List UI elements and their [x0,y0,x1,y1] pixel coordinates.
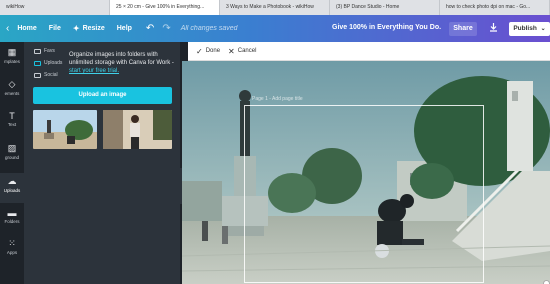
browser-tab-active[interactable]: 25 × 20 cm - Give 100% in Everything... [110,0,220,15]
rail-item-label: Text [7,122,17,127]
resize-handle[interactable] [543,280,550,284]
publish-button[interactable]: Publish ⌄ [509,22,550,36]
templates-icon: ▦ [7,47,17,57]
crop-photo[interactable]: Page 1 - Add page title [182,61,550,284]
folder-label: Favs [44,48,55,54]
uploaded-image-thumbnail[interactable] [103,110,172,149]
background-icon: ▨ [7,143,17,153]
rail-item-label: Folders [4,219,20,224]
undo-icon[interactable]: ↶ [146,23,154,34]
check-icon: ✓ [196,46,203,56]
crop-frame[interactable] [244,105,484,283]
save-status: All changes saved [180,25,238,32]
folder-label: Social [44,72,58,78]
elements-icon: ◇ [8,79,16,89]
free-trial-link[interactable]: start your free trial. [69,68,119,74]
rail-item-label: mplates [4,59,20,64]
rail-item-label: ground [4,155,19,160]
side-rail: ▦ mplates ◇ ements T Text ▨ ground ☁ Upl… [0,42,24,284]
folder-social[interactable]: Social [34,72,58,78]
folder-label: Uploads [44,60,63,66]
file-menu-button[interactable]: File [49,25,61,32]
document-title[interactable]: Give 100% in Everything You Do. [332,24,441,31]
text-icon: T [9,111,15,121]
rail-item-uploads[interactable]: ☁ Uploads [0,173,24,203]
rail-item-label: Uploads [3,188,21,193]
share-button[interactable]: Share [449,22,477,36]
rail-item-background[interactable]: ▨ ground [0,143,24,160]
back-chevron-icon[interactable]: ‹ [6,23,9,34]
folder-icon [34,48,41,54]
rail-item-apps[interactable]: ⁙ Apps [0,238,24,255]
rail-item-label: Apps [6,250,18,255]
browser-tab[interactable]: wikiHow [0,0,110,15]
uploads-icon: ☁ [7,176,17,186]
promo-text: Organize images into folders with unlimi… [69,52,174,66]
editor-stage: ✓ Done ✕ Cancel Page 1 - Add page title [182,42,550,284]
uploaded-image-thumbnail[interactable] [33,110,97,149]
uploads-panel: Favs Uploads Social Organize images into… [24,42,180,284]
page-title-label[interactable]: Page 1 - Add page title [252,96,303,102]
cancel-button[interactable]: ✕ Cancel [228,47,256,56]
star-icon: ✦ [72,24,80,33]
download-icon[interactable] [485,22,501,36]
folder-favs[interactable]: Favs [34,48,55,54]
folder-uploads[interactable]: Uploads [34,60,62,66]
rail-item-elements[interactable]: ◇ ements [0,79,24,96]
browser-tab[interactable]: 3 Ways to Make a Photobook - wikiHow [220,0,330,15]
rail-item-label: ements [4,91,20,96]
apps-icon: ⁙ [8,238,16,248]
publish-label: Publish [513,25,537,32]
rail-item-text[interactable]: T Text [0,111,24,127]
help-button[interactable]: Help [117,25,132,32]
chevron-down-icon: ⌄ [540,26,546,32]
resize-button[interactable]: ✦ Resize [73,24,105,33]
done-label: Done [205,48,221,54]
rail-item-folders[interactable]: ▬ Folders [0,208,24,224]
cancel-label: Cancel [237,48,257,54]
folder-icon [34,72,41,78]
done-button[interactable]: ✓ Done [196,47,220,56]
folder-icon [34,60,41,66]
home-button[interactable]: Home [17,25,36,32]
resize-label: Resize [82,25,105,32]
storage-promo: Organize images into folders with unlimi… [69,51,177,75]
browser-tab[interactable]: (3) BP Dance Studio - Home [330,0,440,15]
folders-icon: ▬ [7,208,17,218]
close-icon: ✕ [228,46,235,56]
upload-image-button[interactable]: Upload an image [33,87,172,104]
browser-tab-bar: wikiHow 25 × 20 cm - Give 100% in Everyt… [0,0,550,15]
redo-icon[interactable]: ↷ [162,23,170,34]
crop-action-bar: ✓ Done ✕ Cancel [188,42,550,61]
editor-toolbar: ‹ Home File ✦ Resize Help ↶ ↷ All change… [0,15,550,42]
browser-tab[interactable]: how to check photo dpi on mac - Go... [440,0,550,15]
rail-item-templates[interactable]: ▦ mplates [0,47,24,64]
